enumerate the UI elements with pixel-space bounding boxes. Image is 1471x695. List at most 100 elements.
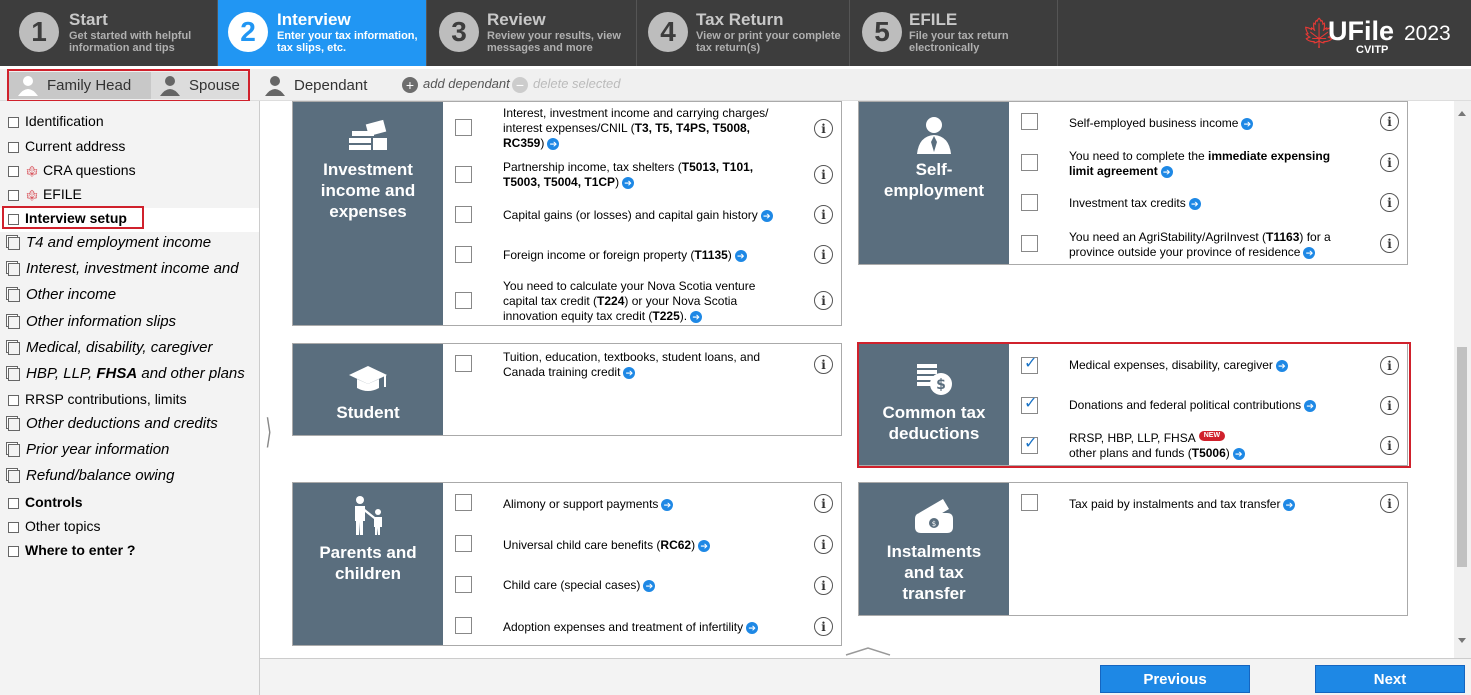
step-tax-return[interactable]: 4 Tax Return View or print your complete… [637,0,850,66]
checkbox[interactable] [1021,113,1038,130]
option-partnership[interactable]: Partnership income, tax shelters (T5013,… [443,154,841,194]
sidebar-item-prior-year[interactable]: Prior year information [8,440,169,464]
sidebar-item-other-income[interactable]: Other income [8,285,116,309]
maple-leaf-icon: 🍁︎ [25,190,39,202]
arrow-icon[interactable]: ➔ [1241,117,1254,130]
option-adoption[interactable]: Adoption expenses and treatment of infer… [443,607,841,645]
arrow-icon[interactable]: ➔ [734,249,747,262]
scroll-down-icon[interactable] [1458,638,1466,643]
add-dependant-button[interactable]: + add dependant [402,76,510,93]
arrow-icon[interactable]: ➔ [1303,246,1316,259]
info-icon[interactable]: i [814,355,833,374]
option-capital-gains[interactable]: Capital gains (or losses) and capital ga… [443,196,841,236]
info-icon[interactable]: i [814,205,833,224]
sidebar-item-cra-questions[interactable]: 🍁︎ CRA questions [8,160,136,184]
checkbox[interactable] [1021,194,1038,211]
info-icon[interactable]: i [814,535,833,554]
info-icon[interactable]: i [1380,112,1399,131]
sidebar-item-controls[interactable]: Controls [8,492,83,516]
sidebar-item-identification[interactable]: Identification [8,111,104,135]
sidebar-item-current-address[interactable]: Current address [8,136,125,160]
checkbox[interactable] [455,617,472,634]
option-interest-investment[interactable]: Interest, investment income and carrying… [443,102,841,152]
checkbox[interactable] [455,535,472,552]
checkbox[interactable] [455,246,472,263]
step-start[interactable]: 1 Start Get started with helpful informat… [0,0,218,66]
sidebar-item-refund[interactable]: Refund/balance owing [8,466,174,490]
checkbox[interactable] [1021,235,1038,252]
checkbox[interactable] [455,119,472,136]
option-self-employed[interactable]: Self-employed business income ➔ i [1009,102,1407,142]
arrow-icon[interactable]: ➔ [760,209,773,222]
info-icon[interactable]: i [814,576,833,595]
option-investment-tax-credits[interactable]: Investment tax credits ➔ i [1009,186,1407,222]
info-icon[interactable]: i [1380,193,1399,212]
option-uccb[interactable]: Universal child care benefits (RC62) ➔ i [443,525,841,565]
arrow-icon[interactable]: ➔ [690,310,703,323]
checkbox[interactable] [1021,154,1038,171]
info-icon[interactable]: i [814,165,833,184]
option-tuition[interactable]: Tuition, education, textbooks, student l… [443,344,841,384]
arrow-icon[interactable]: ➔ [622,176,635,189]
arrow-icon[interactable]: ➔ [661,498,674,511]
info-icon[interactable]: i [1380,234,1399,253]
sidebar-item-other-topics[interactable]: Other topics [8,516,100,540]
info-icon[interactable]: i [1380,153,1399,172]
vertical-scrollbar[interactable] [1454,101,1471,658]
arrow-icon[interactable]: ➔ [698,539,711,552]
category-student: Student [293,344,443,435]
sidebar-item-rrsp[interactable]: RRSP contributions, limits [8,389,187,413]
checkbox[interactable] [455,166,472,183]
arrow-icon[interactable]: ➔ [1160,165,1173,178]
scroll-up-icon[interactable] [1458,111,1466,116]
sidebar-item-interest[interactable]: Interest, investment income and [8,259,239,283]
info-icon[interactable]: i [1380,494,1399,513]
checkbox[interactable] [455,206,472,223]
step-efile[interactable]: 5 EFILE File your tax return electronical… [850,0,1058,66]
arrow-icon[interactable]: ➔ [746,621,759,634]
sidebar-item-medical[interactable]: Medical, disability, caregiver [8,338,212,362]
arrow-icon[interactable]: ➔ [643,579,656,592]
arrow-icon[interactable]: ➔ [1188,197,1201,210]
sidebar-item-other-deductions[interactable]: Other deductions and credits [8,414,218,438]
sidebar-item-other-info[interactable]: Other information slips [8,312,176,336]
checkbox[interactable] [455,576,472,593]
option-agristability[interactable]: You need an AgriStability/AgriInvest (T1… [1009,224,1407,264]
step-number: 3 [439,12,479,52]
option-alimony[interactable]: Alimony or support payments ➔ i [443,483,841,523]
card-investment: Investment income and expenses Interest, i… [292,101,842,326]
option-child-care[interactable]: Child care (special cases) ➔ i [443,567,841,605]
step-title: EFILE [909,10,958,29]
info-icon[interactable]: i [814,617,833,636]
checkbox[interactable] [455,494,472,511]
checkbox-icon [8,521,19,533]
info-icon[interactable]: i [814,494,833,513]
arrow-icon[interactable]: ➔ [1283,498,1296,511]
sidebar-item-t4[interactable]: T4 and employment income [8,233,211,257]
info-icon[interactable]: i [814,119,833,138]
delete-selected-button[interactable]: − delete selected [512,76,620,93]
checkbox-icon [8,394,19,406]
previous-button[interactable]: Previous [1100,665,1250,693]
next-button[interactable]: Next [1315,665,1465,693]
checkbox[interactable] [455,355,472,372]
step-interview[interactable]: 2 Interview Enter your tax information, t… [218,0,427,66]
option-instalments[interactable]: Tax paid by instalments and tax transfer… [1009,483,1407,523]
pages-icon [8,367,20,381]
sidebar-item-hbp[interactable]: HBP, LLP, FHSA and other plans [8,364,245,388]
tab-dependant[interactable]: Dependant [256,72,386,99]
arrow-icon[interactable]: ➔ [547,137,560,150]
info-icon[interactable]: i [814,245,833,264]
step-review[interactable]: 3 Review Review your results, view messag… [427,0,637,66]
info-icon[interactable]: i [814,291,833,310]
checkbox[interactable] [1021,494,1038,511]
option-immediate-expensing[interactable]: You need to complete the immediate expen… [1009,144,1407,184]
sidebar-item-where-to-enter[interactable]: Where to enter ? [8,540,135,564]
chevron-up-icon[interactable] [845,646,891,656]
option-nova-scotia[interactable]: You need to calculate your Nova Scotia v… [443,276,841,326]
checkbox[interactable] [455,292,472,309]
option-foreign-income[interactable]: Foreign income or foreign property (T113… [443,238,841,274]
sidebar-item-efile[interactable]: 🍁︎ EFILE [8,184,82,208]
scroll-thumb[interactable] [1457,347,1467,567]
arrow-icon[interactable]: ➔ [623,366,636,379]
